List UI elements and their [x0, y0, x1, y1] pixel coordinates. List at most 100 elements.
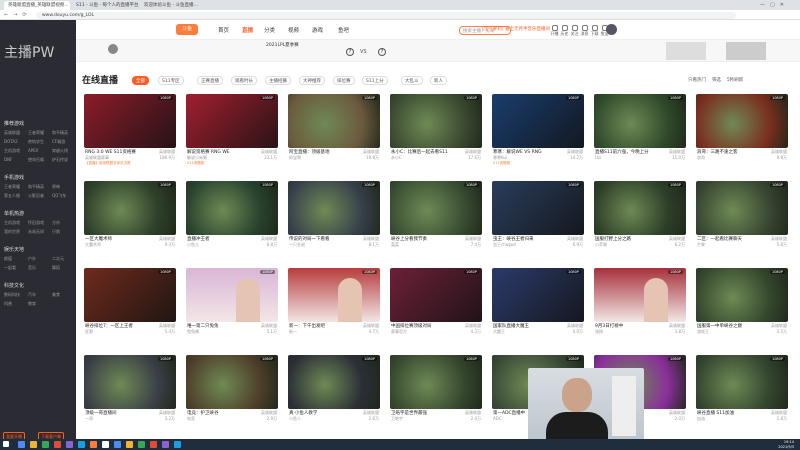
header-icon[interactable]: 开播: [550, 25, 559, 36]
sidebar-item[interactable]: 英雄联盟: [4, 130, 20, 136]
live-room-card[interactable]: 1080P 直播冲王者 英雄联盟 小鱼儿 8.8万: [186, 181, 278, 255]
banner-thumb[interactable]: [726, 42, 766, 60]
room-thumbnail[interactable]: 1080P: [390, 181, 482, 235]
room-title[interactable]: 顶级一哥直播间: [85, 410, 145, 416]
taskbar-app-icon[interactable]: [66, 441, 73, 448]
sidebar-item[interactable]: 户外: [28, 256, 36, 262]
taskbar-app-icon[interactable]: [42, 441, 49, 448]
sidebar-item[interactable]: 汽车: [28, 292, 36, 298]
room-thumbnail[interactable]: 1080P: [390, 355, 482, 409]
user-avatar[interactable]: [606, 24, 617, 35]
header-icon[interactable]: 关注: [570, 25, 579, 36]
live-room-card[interactable]: 1080P 9月3日打榜中 英雄联盟 张扬 3.8万: [594, 268, 686, 342]
sidebar-item[interactable]: QQ飞车: [52, 193, 66, 199]
sidebar-item[interactable]: 穿越火线: [52, 148, 68, 154]
live-room-card[interactable]: 1080P 一区大魔术师 英雄联盟 大魔术师 9.3万: [84, 181, 176, 255]
taskbar-app-icon[interactable]: [114, 441, 121, 448]
room-thumbnail[interactable]: 1080P: [288, 268, 380, 322]
filter-chip[interactable]: S11上分: [362, 76, 388, 85]
live-room-card[interactable]: 1080P 国服第一中单峡谷之巅 英雄联盟 游戏王 3.5万: [696, 268, 788, 342]
live-room-card[interactable]: 1080P 新一：下午出发吧 英雄联盟 新一 4.7万: [288, 268, 380, 342]
filter-chip[interactable]: 新人: [430, 76, 447, 85]
taskbar-app-icon[interactable]: [150, 441, 157, 448]
room-thumbnail[interactable]: 1080P: [696, 355, 788, 409]
sidebar-item[interactable]: 原神: [52, 184, 60, 190]
filter-chip[interactable]: S11专区: [158, 76, 184, 85]
start-icon[interactable]: [3, 441, 9, 447]
sidebar-item[interactable]: DNF: [4, 157, 12, 162]
nav-games[interactable]: 游戏: [312, 26, 323, 34]
sidebar-item[interactable]: 主机游戏: [4, 220, 20, 226]
room-thumbnail[interactable]: 1080P: [186, 355, 278, 409]
room-title[interactable]: 峡谷排位7：一区上王者: [85, 323, 145, 329]
url-input[interactable]: www.douyu.com/g_LOL: [36, 11, 736, 19]
live-room-card[interactable]: 1080P 阿宝直播：顶级基地 英雄联盟 阿宝啊 19.8万: [288, 94, 380, 168]
nav-home[interactable]: 首页: [218, 26, 229, 34]
sidebar-item[interactable]: 方舟: [52, 220, 60, 226]
room-title[interactable]: 新一：下午出发吧: [289, 323, 349, 329]
live-room-card[interactable]: 1080P 峡谷直播 S11加油 英雄联盟 加油 1.8万: [696, 355, 788, 429]
browser-tab[interactable]: S11 - 斗鱼 - 每个人的直播平台: [72, 1, 138, 10]
filter-chip[interactable]: 主播招募: [265, 76, 291, 85]
sidebar-item[interactable]: 只狼: [52, 229, 60, 235]
sidebar-section-title[interactable]: 单机热游: [4, 210, 24, 217]
room-thumbnail[interactable]: 1080P: [84, 181, 176, 235]
douyu-logo[interactable]: 斗鱼: [176, 24, 198, 35]
nav-video[interactable]: 视频: [288, 26, 299, 34]
room-thumbnail[interactable]: 1080P: [84, 355, 176, 409]
sidebar-section-title[interactable]: 科技文化: [4, 282, 24, 289]
browser-tab[interactable]: 英雄联盟直播_英雄联盟视频...: [4, 1, 70, 10]
sidebar-item[interactable]: 科普: [4, 301, 12, 307]
match-banner[interactable]: 2021LPL夏季赛 ? VS ?: [76, 40, 800, 62]
sidebar-item[interactable]: APEX: [28, 148, 38, 153]
taskbar-app-icon[interactable]: [90, 441, 97, 448]
live-room-card[interactable]: 1080P 浪哥：三路不速之客 英雄联盟 浪哥 9.8万: [696, 94, 788, 168]
room-thumbnail[interactable]: 1080P: [696, 94, 788, 148]
hot-only-link[interactable]: 只看热门: [688, 78, 706, 83]
sidebar-section-title[interactable]: 推荐游戏: [4, 120, 24, 127]
live-room-card[interactable]: 1080P RNG 3:0 WE S11资格赛 英雄联盟 英雄联盟赛事 186.9万 【直…: [84, 94, 176, 168]
sidebar-item[interactable]: 一起看: [4, 265, 16, 271]
live-room-card[interactable]: 1080P 唯一第二只兔兔 英雄联盟 兔兔酱 5.1万: [186, 268, 278, 342]
room-title[interactable]: 二区：一起看比赛聊天: [697, 236, 757, 242]
room-thumbnail[interactable]: 1080P: [288, 355, 380, 409]
sidebar-item[interactable]: 怀旧游戏: [28, 220, 44, 226]
nav-live[interactable]: 直播: [242, 26, 253, 34]
live-room-card[interactable]: 1080P 电竞：护卫峡谷 英雄联盟 电竞 2.9万: [186, 355, 278, 429]
room-thumbnail[interactable]: 1080P: [390, 94, 482, 148]
sidebar-item[interactable]: 我的世界: [4, 229, 20, 235]
filter-chip[interactable]: 排位赛: [333, 76, 355, 85]
sidebar-section-title[interactable]: 娱乐天地: [4, 246, 24, 253]
room-thumbnail[interactable]: 1080P: [696, 268, 788, 322]
room-thumbnail[interactable]: 1080P: [594, 94, 686, 148]
room-thumbnail[interactable]: 1080P: [84, 94, 176, 148]
sidebar-item[interactable]: CF端游: [52, 139, 65, 145]
nav-category[interactable]: 分类: [264, 26, 275, 34]
room-thumbnail[interactable]: 1080P: [492, 268, 584, 322]
live-room-card[interactable]: 1080P 真·小鱼人教学 英雄联盟 小鱼人 2.6万: [288, 355, 380, 429]
room-thumbnail[interactable]: 1080P: [492, 94, 584, 148]
room-thumbnail[interactable]: 1080P: [288, 94, 380, 148]
live-room-card[interactable]: 1080P 虫王：峡谷王者归来 英雄联盟 虫王chogod 6.9万: [492, 181, 584, 255]
live-room-card[interactable]: 1080P 卫皓宇是世界最强 英雄联盟 卫皓宇 2.4万: [390, 355, 482, 429]
header-banner-text[interactable]: [元气萝莉] 嘉士元月半音乐直播间: [482, 26, 550, 32]
filter-chip[interactable]: 全部: [132, 76, 149, 85]
room-thumbnail[interactable]: 1080P: [594, 268, 686, 322]
room-thumbnail[interactable]: 1080P: [186, 181, 278, 235]
sidebar-item[interactable]: 王者荣耀: [4, 184, 20, 190]
filter-link[interactable]: 筛选: [712, 78, 721, 83]
sidebar-item[interactable]: 王者荣耀: [28, 130, 44, 136]
filter-chip[interactable]: 大神推荐: [299, 76, 325, 85]
taskbar-app-icon[interactable]: [102, 441, 109, 448]
sidebar-item[interactable]: DOTA2: [4, 139, 18, 144]
room-thumbnail[interactable]: 1080P: [492, 181, 584, 235]
sidebar-item[interactable]: 和平精英: [28, 184, 44, 190]
sidebar-item[interactable]: 炉石传说: [52, 157, 68, 163]
room-title[interactable]: 浪哥：三路不速之客: [697, 149, 757, 155]
room-thumbnail[interactable]: 1080P: [696, 181, 788, 235]
live-room-card[interactable]: 1080P 永小C：比赛后一起去看S11 英雄联盟 永小C 17.6万: [390, 94, 482, 168]
filter-chip[interactable]: 大乱斗: [401, 76, 423, 85]
banner-thumb[interactable]: [666, 42, 706, 60]
sidebar-item[interactable]: 永劫无间: [28, 229, 44, 235]
filter-chip[interactable]: 正赛直播: [197, 76, 223, 85]
